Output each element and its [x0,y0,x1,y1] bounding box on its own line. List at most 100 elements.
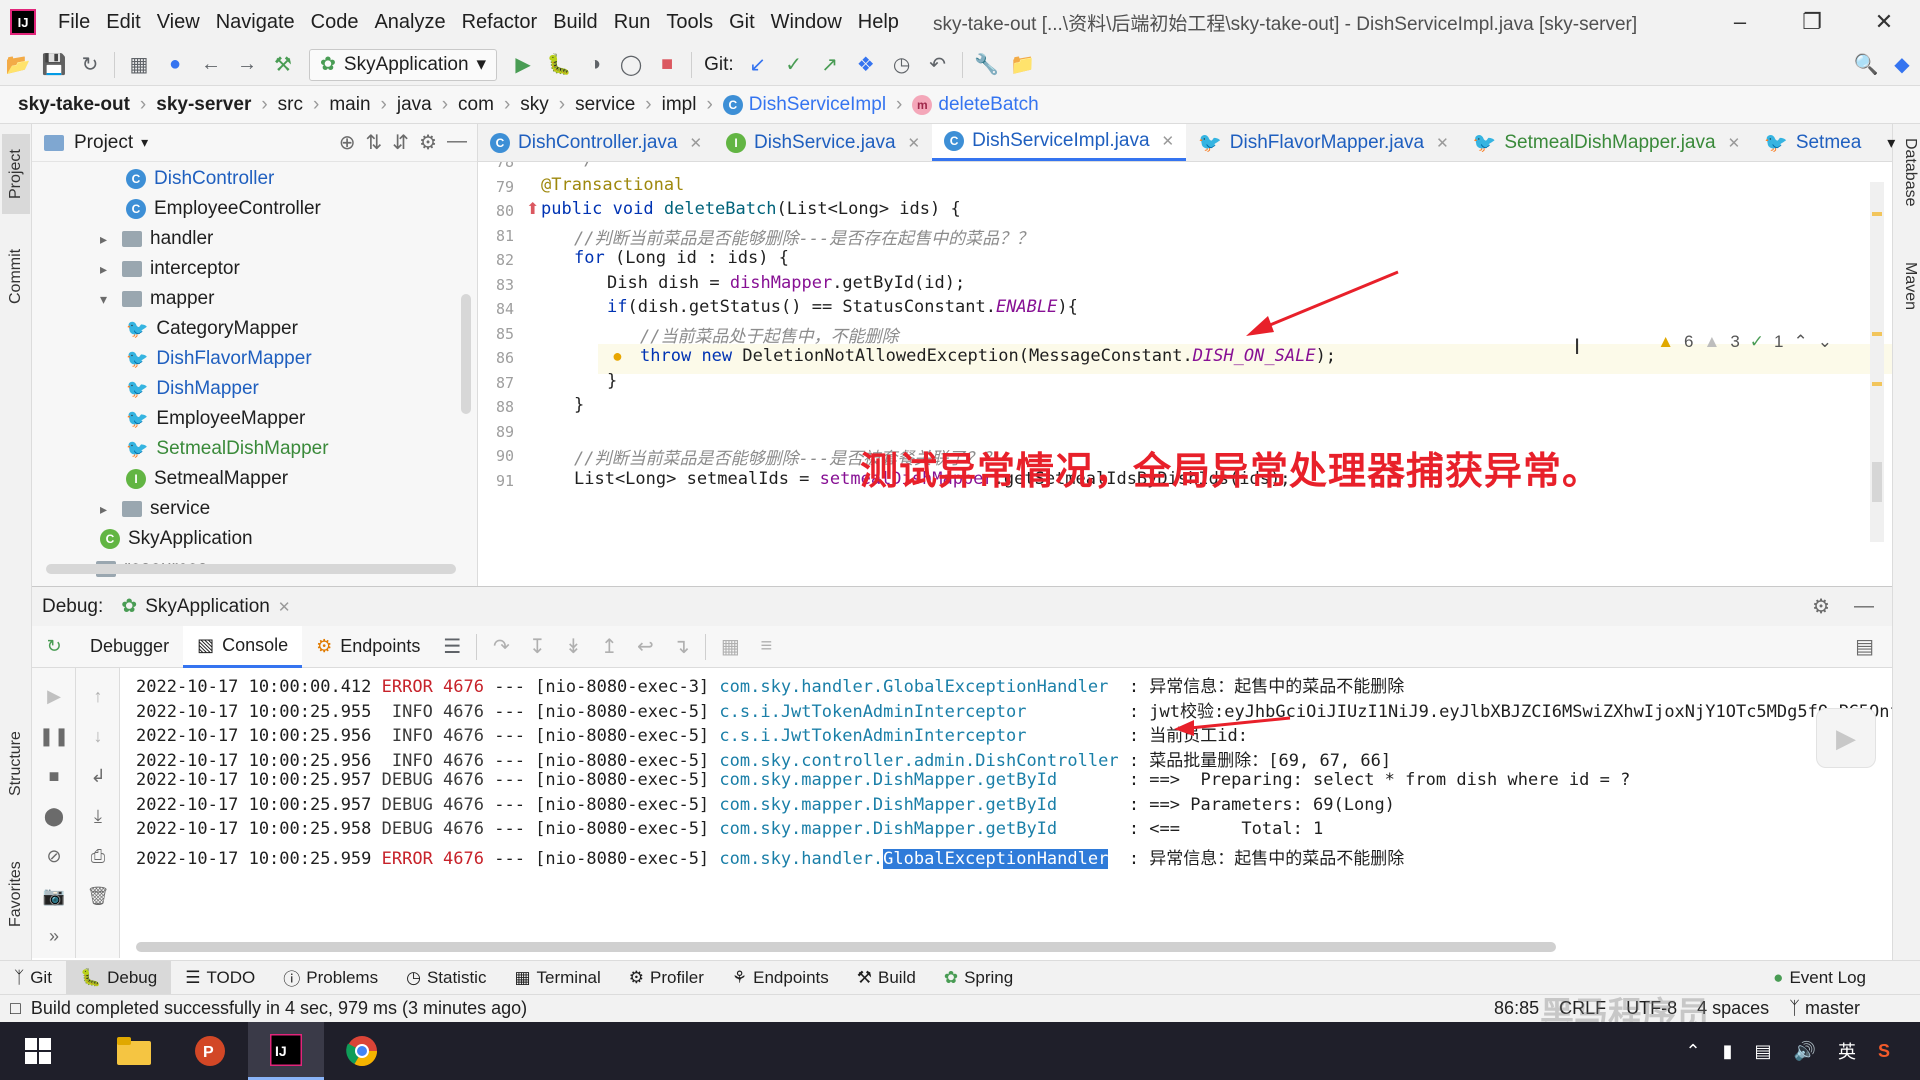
network-icon[interactable]: ▤ [1755,1041,1772,1062]
hide-icon[interactable]: — [447,130,467,155]
run-icon[interactable]: ▶ [505,47,541,83]
jetbrains-toolbox-icon[interactable]: ◆ [1884,47,1920,83]
tab-console[interactable]: ▧ Console [183,625,303,668]
tool-event-log[interactable]: ● Event Log [1759,961,1880,995]
project-view-title[interactable]: Project [74,132,133,154]
tool-build[interactable]: ⚒ Build [843,961,930,995]
build-hammer-icon[interactable]: ⚒ [265,47,301,83]
error-stripe[interactable] [1870,182,1884,542]
tool-profiler[interactable]: ⚙ Profiler [615,961,718,995]
status-square-icon[interactable]: □ [10,998,21,1019]
breadcrumb-method[interactable]: m deleteBatch [912,94,1039,116]
tree-item-employeemapper[interactable]: 🐦 EmployeeMapper [126,404,305,434]
tab-setmealmapper[interactable]: 🐦 Setmea [1752,124,1873,161]
usb-icon[interactable]: ▮ [1723,1041,1733,1062]
settings-wrench-icon[interactable]: 🔧 [969,47,1005,83]
menu-analyze[interactable]: Analyze [366,11,453,34]
inspection-widget[interactable]: ▲ 6 ▲ 3 ✓ 1 ⌃ ⌄ [1657,332,1832,352]
tool-endpoints[interactable]: ⚘ Endpoints [718,961,843,995]
maven-tool-tab[interactable]: Maven [1895,262,1919,352]
tree-item-handler[interactable]: ▸ handler [100,224,213,254]
tab-dishflavormapper[interactable]: 🐦 DishFlavorMapper.java ✕ [1186,124,1461,161]
menu-lines-icon[interactable]: ☰ [434,629,470,665]
scrollbar-vertical[interactable] [461,294,471,414]
menu-build[interactable]: Build [545,11,605,34]
view-breakpoints-icon[interactable]: ⬤ [32,798,76,834]
tab-setmealdishmapper[interactable]: 🐦 SetmealDishMapper.java ✕ [1461,124,1752,161]
profile-icon[interactable]: ◯ [613,47,649,83]
step-into-icon[interactable]: ↧ [519,629,555,665]
breadcrumb-item[interactable]: service [575,94,635,116]
git-branch[interactable]: ᛉ master [1789,998,1860,1019]
close-tab-icon[interactable]: ✕ [689,134,702,152]
tool-spring[interactable]: ✿ Spring [930,961,1027,995]
ime-indicator[interactable]: 英 [1838,1038,1856,1064]
tab-dishserviceimpl[interactable]: C DishServiceImpl.java ✕ [932,124,1187,161]
collapse-all-icon[interactable]: ⇵ [392,130,409,155]
favorites-tool-tab[interactable]: Favorites [2,844,30,944]
windows-start-icon[interactable] [0,1022,76,1080]
soft-wrap-icon[interactable]: ↲ [76,758,120,794]
chevron-right-icon[interactable]: ▸ [100,231,114,248]
chevron-up-icon[interactable]: ⌃ [1686,1041,1701,1062]
chevron-right-icon[interactable]: ▸ [100,501,114,518]
breadcrumb-class[interactable]: C DishServiceImpl [722,94,886,116]
override-gutter-icon[interactable]: ⬆ [526,199,539,219]
tree-item-setmealmapper[interactable]: I SetmealMapper [126,464,288,494]
pause-icon[interactable]: ❚❚ [32,718,76,754]
tool-todo[interactable]: ☰ TODO [171,961,269,995]
scrollbar-horizontal[interactable] [136,942,1556,952]
menu-help[interactable]: Help [850,11,907,34]
breadcrumb-item[interactable]: impl [662,94,697,116]
tree-item-dishcontroller[interactable]: C DishController [126,164,274,194]
tool-statistic[interactable]: ◷ Statistic [392,961,500,995]
breadcrumb-item[interactable]: sky-server [156,94,251,116]
run-to-cursor-icon[interactable]: ↴ [663,629,699,665]
powerpoint-icon[interactable]: P [172,1022,248,1080]
menu-tools[interactable]: Tools [658,11,721,34]
hide-icon[interactable]: — [1854,595,1874,618]
close-tab-icon[interactable]: ✕ [1162,132,1175,150]
run-config-selector[interactable]: ✿ SkyApplication ▾ [309,48,498,81]
trace-icon[interactable]: ≡ [748,629,784,665]
tree-item-dishmapper[interactable]: 🐦 DishMapper [126,374,259,404]
git-commit-icon[interactable]: ✓ [776,47,812,83]
debug-bug-icon[interactable]: 🐛 [541,47,577,83]
breadcrumb-item[interactable]: com [458,94,494,116]
menu-navigate[interactable]: Navigate [208,11,303,34]
breadcrumb-item[interactable]: sky [520,94,549,116]
tree-item-service[interactable]: ▸ service [100,494,210,524]
tab-endpoints[interactable]: ⚙ Endpoints [302,626,434,668]
evaluate-icon[interactable]: ▦ [712,629,748,665]
scrollbar-horizontal[interactable] [46,564,456,574]
forward-arrow-icon[interactable]: → [229,47,265,83]
chevron-up-icon[interactable]: ⌃ [1794,332,1808,352]
commit-tool-tab[interactable]: Commit [2,236,30,316]
close-tab-icon[interactable]: ✕ [278,598,291,616]
chevron-down-icon[interactable]: ⌄ [1818,332,1832,352]
file-explorer-icon[interactable] [96,1022,172,1080]
open-folder-icon[interactable]: 📂 [0,47,36,83]
menu-git[interactable]: Git [721,11,763,34]
stop-icon[interactable]: ■ [649,47,685,83]
tree-item-skyapplication[interactable]: C SkyApplication [100,524,253,554]
close-tab-icon[interactable]: ✕ [1436,134,1449,152]
tree-item-mapper[interactable]: ▾ mapper [100,284,214,314]
tool-git[interactable]: ᛉ Git [0,961,66,995]
menu-view[interactable]: View [149,11,208,34]
back-arrow-icon[interactable]: ← [193,47,229,83]
close-window-icon[interactable]: ✕ [1848,9,1920,35]
project-structure-icon[interactable]: ▦ [121,47,157,83]
restore-icon[interactable]: ❐ [1776,9,1848,35]
camera-icon[interactable]: 📷 [32,878,76,914]
menu-file[interactable]: File [50,11,98,34]
menu-window[interactable]: Window [763,11,850,34]
close-tab-icon[interactable]: ✕ [1728,134,1741,152]
code-editor[interactable]: 78 79 80 81 82 83 84 85 86 87 88 89 90 91 */ @Transact… [478,162,1892,586]
class-icon[interactable]: ● [157,47,193,83]
mute-breakpoints-icon[interactable]: ⊘ [32,838,76,874]
coverage-icon[interactable]: ◑ [577,47,613,83]
git-fetch-icon[interactable]: ❖ [848,47,884,83]
breadcrumb-item[interactable]: src [278,94,303,116]
minimize-icon[interactable]: – [1704,9,1776,35]
